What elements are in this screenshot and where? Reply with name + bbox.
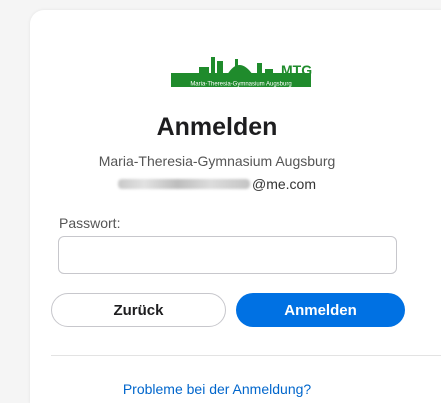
account-email: @me.com (30, 176, 404, 192)
email-domain: @me.com (252, 176, 316, 192)
logo-caption: Maria-Theresia-Gymnasium Augsburg (190, 82, 291, 88)
password-label: Passwort: (59, 215, 121, 231)
login-card: Maria-Theresia-Gymnasium Augsburg MTG An… (30, 10, 441, 403)
divider (51, 355, 441, 356)
school-logo-graphic: Maria-Theresia-Gymnasium Augsburg MTG (171, 57, 312, 88)
login-button[interactable]: Anmelden (236, 293, 405, 327)
school-name: Maria-Theresia-Gymnasium Augsburg (98, 153, 336, 169)
back-button[interactable]: Zurück (51, 293, 226, 327)
login-help-link[interactable]: Probleme bei der Anmeldung? (30, 381, 404, 397)
redacted-email-local (118, 179, 250, 189)
logo-text: MTG (281, 62, 312, 78)
school-logo: Maria-Theresia-Gymnasium Augsburg MTG (169, 53, 313, 89)
page-title: Anmelden (156, 113, 278, 141)
password-input[interactable] (58, 236, 397, 274)
